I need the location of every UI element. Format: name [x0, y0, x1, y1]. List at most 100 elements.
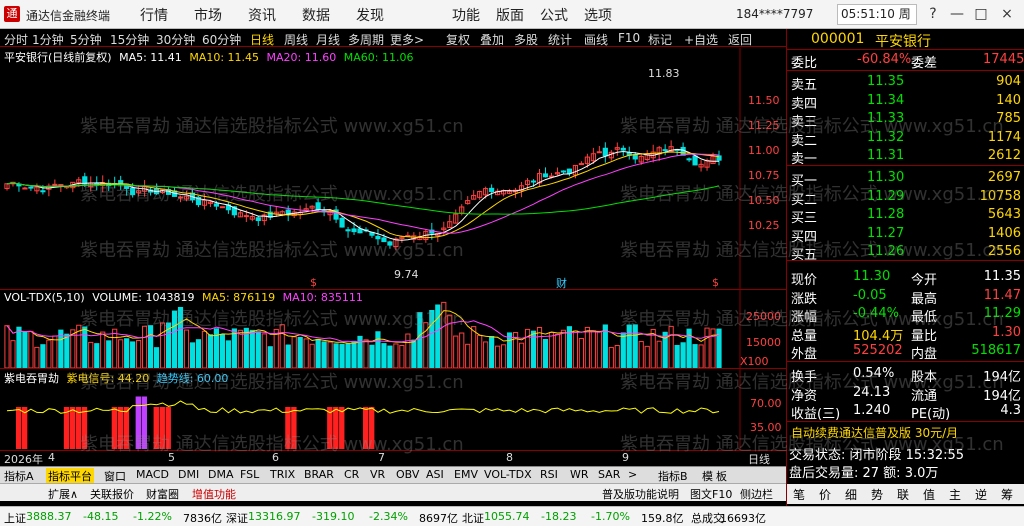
tab-rsi[interactable]: RSI: [540, 468, 558, 481]
volume-bar: [130, 341, 136, 369]
tab-wr[interactable]: WR: [570, 468, 589, 481]
period-weekly[interactable]: 周线: [284, 31, 308, 48]
tab-brar[interactable]: BRAR: [304, 468, 334, 481]
maximize-button[interactable]: □: [970, 3, 992, 25]
tab-emv[interactable]: EMV: [454, 468, 478, 481]
quote-tab[interactable]: 价: [819, 486, 831, 503]
tab-more[interactable]: >: [628, 468, 637, 481]
period-more[interactable]: 更多>: [390, 31, 424, 48]
volume-chart[interactable]: VOL-TDX(5,10) VOLUME: 1043819 MA5: 87611…: [0, 289, 786, 369]
stat-row: 外盘 525202 内盘 518617: [787, 342, 1024, 362]
menu-banmian[interactable]: 版面: [496, 5, 524, 25]
menu-gongneng[interactable]: 功能: [452, 5, 480, 25]
tab-asi[interactable]: ASI: [426, 468, 444, 481]
quote-tab[interactable]: 逆: [975, 486, 987, 503]
quote-tab[interactable]: 联: [897, 486, 909, 503]
tab-fsl[interactable]: FSL: [240, 468, 259, 481]
tab-ind-a[interactable]: 指标A: [4, 468, 34, 484]
volume-bar: [171, 310, 178, 369]
period-60min[interactable]: 60分钟: [202, 31, 241, 48]
tab-wealth-circle[interactable]: 财富圈: [146, 486, 179, 502]
indicator-legend: 紫电吞胃劫 紫电信号: 44.20 趋势线: 60.00: [4, 370, 232, 386]
tab-vr[interactable]: VR: [370, 468, 385, 481]
signal-bar: [333, 407, 339, 449]
volume-bar: [118, 339, 124, 369]
menu-zixun[interactable]: 资讯: [248, 5, 276, 25]
tool-duogu[interactable]: 多股: [514, 31, 538, 48]
tab-obv[interactable]: OBV: [396, 468, 419, 481]
minimize-button[interactable]: —: [946, 3, 968, 25]
status-item: 3888.37: [26, 510, 72, 523]
tab-expand[interactable]: 扩展∧: [48, 486, 78, 502]
volume-bar: [656, 340, 662, 369]
menu-xuanxiang[interactable]: 选项: [584, 5, 612, 25]
menu-shichang[interactable]: 市场: [194, 5, 222, 25]
tab-ind-b[interactable]: 指标B: [658, 468, 688, 484]
tool-diejia[interactable]: 叠加: [480, 31, 504, 48]
tab-cr[interactable]: CR: [344, 468, 359, 481]
tab-template[interactable]: 模: [702, 468, 713, 484]
stat-value: -0.44%: [853, 306, 899, 321]
tab-value-added[interactable]: 增值功能: [192, 486, 236, 502]
tab-trix[interactable]: TRIX: [270, 468, 295, 481]
ad-banner[interactable]: 自动续费通达信普及版 30元/月: [787, 424, 1024, 442]
tool-f10[interactable]: F10: [618, 31, 640, 45]
tab-macd[interactable]: MACD: [136, 468, 169, 481]
tool-huaxian[interactable]: 画线: [584, 31, 608, 48]
menu-gongshi[interactable]: 公式: [540, 5, 568, 25]
stat-label: 涨跌: [791, 291, 818, 307]
tool-back[interactable]: 返回: [728, 31, 752, 48]
volume-bar: [82, 326, 88, 369]
quote-tab[interactable]: 细: [845, 486, 857, 503]
quote-tab[interactable]: 主: [949, 486, 961, 503]
period-fenshi[interactable]: 分时: [4, 31, 28, 48]
period-30min[interactable]: 30分钟: [156, 31, 195, 48]
close-button[interactable]: ×: [996, 3, 1018, 25]
period-monthly[interactable]: 月线: [316, 31, 340, 48]
candle-body: [255, 217, 261, 222]
f10-button[interactable]: 图文F10: [690, 486, 732, 502]
volume-bar: [471, 326, 477, 369]
quote-tab[interactable]: 筹: [1001, 486, 1013, 503]
tool-biaoji[interactable]: 标记: [648, 31, 672, 48]
kline-chart[interactable]: 平安银行(日线前复权) MA5: 11.41 MA10: 11.45 MA20:…: [0, 48, 786, 290]
period-15min[interactable]: 15分钟: [110, 31, 149, 48]
xaxis-may: 5: [168, 451, 175, 464]
volume-bar: [560, 329, 567, 369]
sidebar-button[interactable]: 侧边栏: [740, 486, 773, 502]
tab-window[interactable]: 窗口: [104, 468, 126, 484]
quote-tab[interactable]: 势: [871, 486, 883, 503]
tool-tongji[interactable]: 统计: [548, 31, 572, 48]
candle-body: [662, 149, 668, 152]
tab-dmi[interactable]: DMI: [178, 468, 199, 481]
tool-add-watch[interactable]: +自选: [684, 31, 718, 48]
tab-board[interactable]: 板: [716, 468, 727, 484]
user-account[interactable]: 184****7797: [736, 7, 813, 21]
tab-ind-platform[interactable]: 指标平台: [46, 468, 94, 484]
period-multi[interactable]: 多周期: [348, 31, 384, 48]
volume-bar: [327, 341, 333, 369]
tool-fuquan[interactable]: 复权: [446, 31, 470, 48]
tab-related-quote[interactable]: 关联报价: [90, 486, 134, 502]
tab-vol-tdx[interactable]: VOL-TDX: [484, 468, 532, 481]
ask-volume: 140: [996, 92, 1021, 108]
indicator-chart[interactable]: 紫电吞胃劫 紫电信号: 44.20 趋势线: 60.00 70.00 35.00: [0, 368, 786, 451]
volume-bar: [429, 310, 435, 369]
dividend-marker-1[interactable]: $: [310, 276, 317, 289]
menu-shuju[interactable]: 数据: [302, 5, 330, 25]
quote-tab[interactable]: 值: [923, 486, 935, 503]
period-1min[interactable]: 1分钟: [32, 31, 64, 48]
vol-value: VOLUME: 1043819: [92, 291, 195, 304]
menu-hangqing[interactable]: 行情: [140, 5, 168, 25]
period-daily[interactable]: 日线: [250, 31, 274, 48]
weibi-label: 委比: [791, 56, 818, 71]
tab-sar[interactable]: SAR: [598, 468, 620, 481]
basic-edition-note[interactable]: 普及版功能说明: [602, 486, 679, 502]
help-button[interactable]: ?: [922, 3, 944, 25]
dividend-marker-2[interactable]: $: [712, 276, 719, 289]
quote-tab[interactable]: 笔: [793, 486, 805, 503]
menu-faxian[interactable]: 发现: [356, 5, 384, 25]
period-5min[interactable]: 5分钟: [70, 31, 102, 48]
tab-dma[interactable]: DMA: [208, 468, 234, 481]
bid-volume: 5643: [987, 207, 1021, 222]
